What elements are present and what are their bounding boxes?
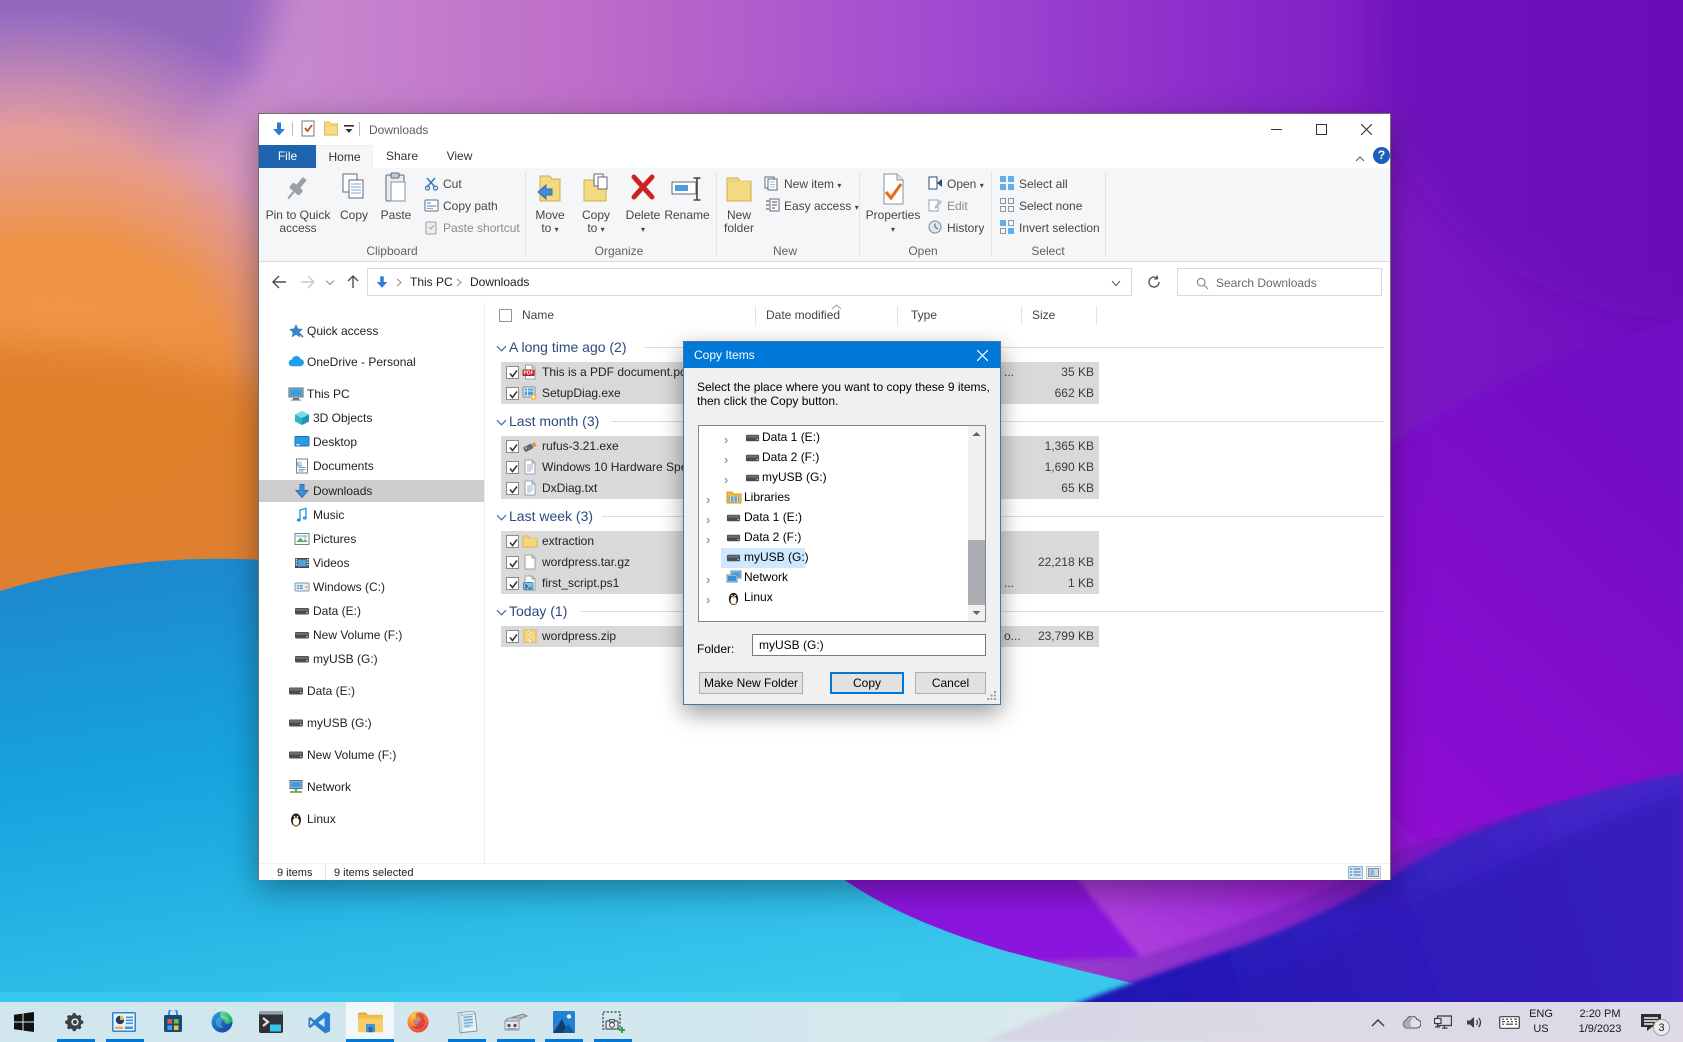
svg-text:PDF: PDF [524,371,534,377]
